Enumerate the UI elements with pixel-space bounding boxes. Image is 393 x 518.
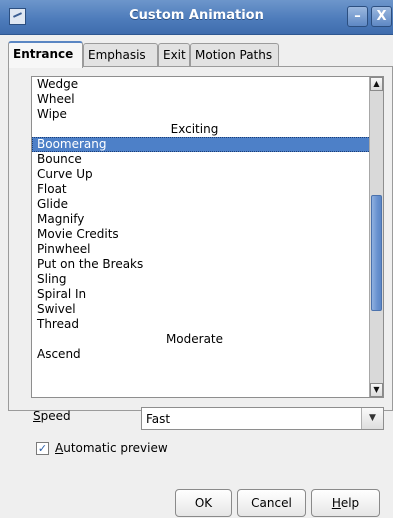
list-item[interactable]: Movie Credits xyxy=(32,227,383,242)
list-item[interactable]: Wedge xyxy=(32,77,383,92)
speed-dropdown[interactable]: Fast ▼ xyxy=(141,407,384,430)
speed-label: Speed xyxy=(33,409,71,423)
list-item-label: Sling xyxy=(37,272,67,286)
list-item-label: Wheel xyxy=(37,92,75,106)
list-item[interactable]: Bounce xyxy=(32,152,383,167)
list-item[interactable]: Boomerang xyxy=(32,137,383,152)
list-item-label: Put on the Breaks xyxy=(37,257,144,271)
list-item-label: Curve Up xyxy=(37,167,93,181)
chevron-down-icon[interactable]: ▼ xyxy=(361,408,383,429)
close-button[interactable]: X xyxy=(371,6,392,27)
minimize-button[interactable]: – xyxy=(347,6,368,27)
scroll-down-arrow-icon[interactable]: ▼ xyxy=(370,383,383,397)
list-item-label: Swivel xyxy=(37,302,76,316)
scroll-up-arrow-icon[interactable]: ▲ xyxy=(370,77,383,91)
list-item[interactable]: Float xyxy=(32,182,383,197)
list-item[interactable]: Sling xyxy=(32,272,383,287)
tab-exit[interactable]: Exit xyxy=(158,43,190,66)
scroll-thumb[interactable] xyxy=(371,195,382,311)
list-scrollbar[interactable]: ▲ ▼ xyxy=(369,77,383,397)
list-item-label: Bounce xyxy=(37,152,82,166)
cancel-button[interactable]: Cancel xyxy=(237,489,306,517)
list-item[interactable]: Swivel xyxy=(32,302,383,317)
list-item-label: Ascend xyxy=(37,347,81,361)
list-item[interactable]: Glide xyxy=(32,197,383,212)
list-item-label: Thread xyxy=(37,317,79,331)
list-item-label: Wedge xyxy=(37,77,79,91)
help-button[interactable]: Help xyxy=(311,489,380,517)
list-item-label: Spiral In xyxy=(37,287,87,301)
list-item[interactable]: Wipe xyxy=(32,107,383,122)
list-group-header: Moderate xyxy=(32,332,383,347)
speed-value: Fast xyxy=(146,412,171,426)
list-item[interactable]: Thread xyxy=(32,317,383,332)
list-item-label: Glide xyxy=(37,197,68,211)
list-item[interactable]: Curve Up xyxy=(32,167,383,182)
title-bar[interactable]: Custom Animation – X xyxy=(0,0,393,35)
list-item-label: Float xyxy=(37,182,67,196)
list-item[interactable]: Put on the Breaks xyxy=(32,257,383,272)
window-title: Custom Animation xyxy=(129,8,264,23)
list-item-label: Exciting xyxy=(170,122,219,136)
list-item[interactable]: Wheel xyxy=(32,92,383,107)
effects-list[interactable]: Wedge Wheel Wipe Exciting Boomerang Bounce Cur… xyxy=(31,76,384,398)
ok-button[interactable]: OK xyxy=(175,489,232,517)
automatic-preview-label[interactable]: Automatic preview xyxy=(55,441,168,455)
list-item[interactable]: Pinwheel xyxy=(32,242,383,257)
tab-entrance[interactable]: Entrance xyxy=(8,41,83,68)
tab-emphasis[interactable]: Emphasis xyxy=(83,43,158,66)
list-item[interactable]: Magnify xyxy=(32,212,383,227)
list-item-label: Wipe xyxy=(37,107,67,121)
list-group-header: Exciting xyxy=(32,122,383,137)
list-item-label: Movie Credits xyxy=(37,227,119,241)
list-item[interactable]: Spiral In xyxy=(32,287,383,302)
automatic-preview-checkbox[interactable]: ✓ xyxy=(36,442,49,455)
list-item-label: Magnify xyxy=(37,212,85,226)
list-item-label: Pinwheel xyxy=(37,242,91,256)
list-item[interactable]: Ascend xyxy=(32,347,383,362)
list-item-label: Boomerang xyxy=(37,137,107,151)
tab-motion-paths[interactable]: Motion Paths xyxy=(190,43,279,66)
list-item-label: Moderate xyxy=(165,332,224,346)
effects-list-rows: Wedge Wheel Wipe Exciting Boomerang Bounce Cur… xyxy=(32,77,383,362)
